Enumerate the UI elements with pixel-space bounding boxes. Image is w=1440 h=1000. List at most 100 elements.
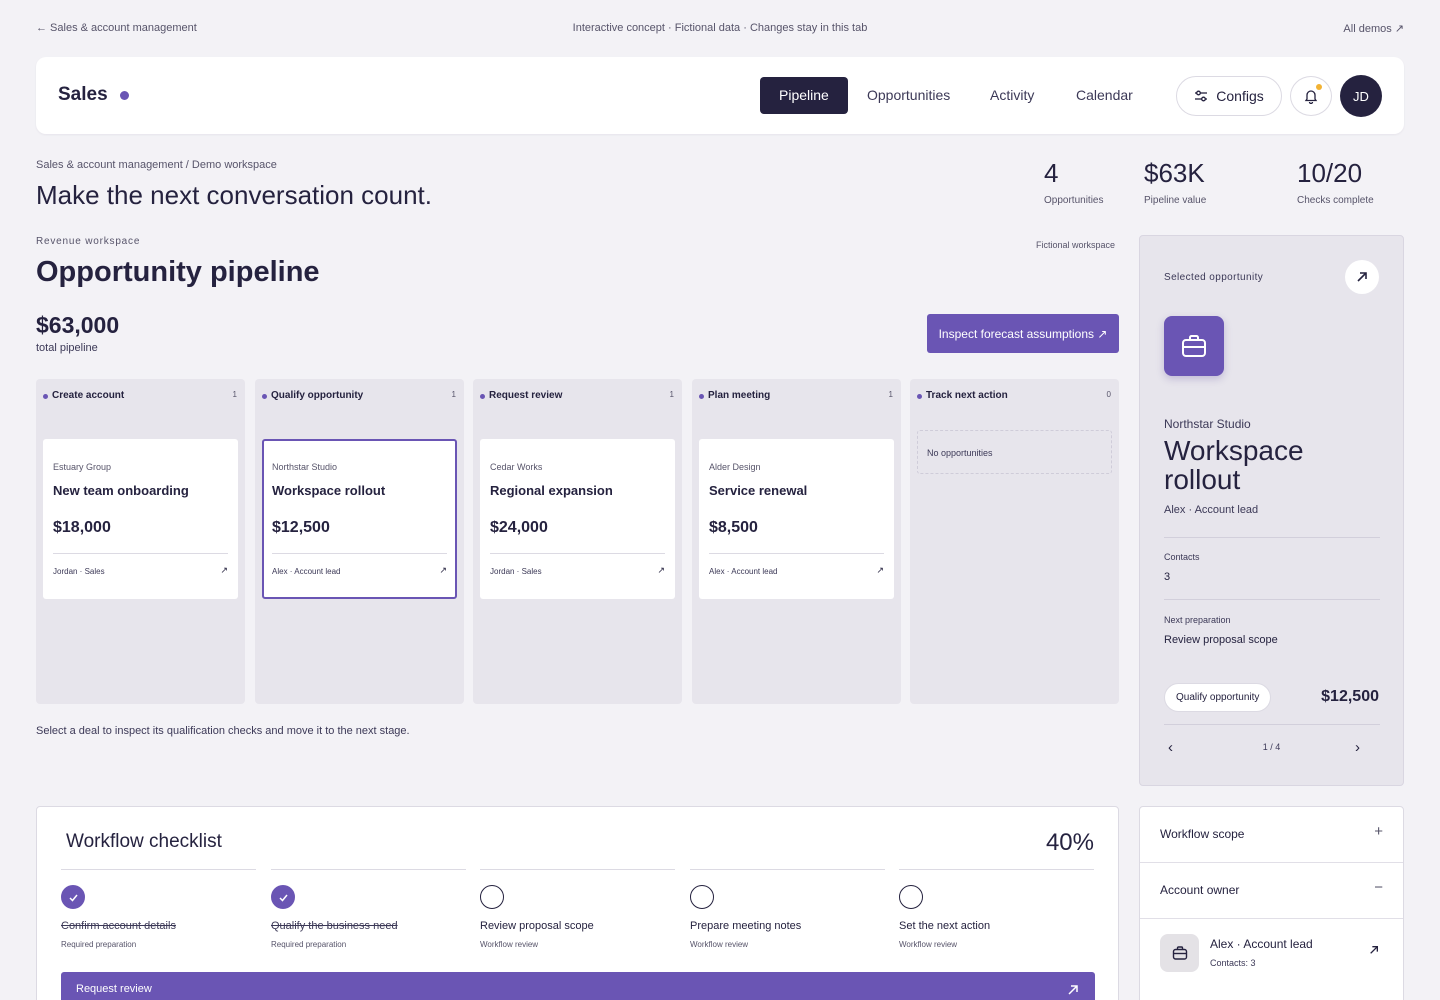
card-owner: Jordan · Sales	[53, 567, 105, 576]
configs-button[interactable]: Configs	[1176, 76, 1282, 116]
plus-icon: +	[1374, 823, 1383, 840]
all-demos-link[interactable]: All demos ↗	[1343, 22, 1404, 35]
stage-column-create-account: Create account 1 Estuary Group New team …	[36, 379, 245, 704]
owner-name: Alex · Account lead	[1210, 937, 1313, 951]
step-name: Review proposal scope	[480, 920, 594, 932]
stage-count: 1	[451, 390, 456, 399]
sliders-icon	[1195, 90, 1208, 102]
stage-count: 1	[232, 390, 237, 399]
step-name: Prepare meeting notes	[690, 920, 802, 932]
step-name: Set the next action	[899, 920, 991, 932]
check-complete-icon[interactable]	[271, 885, 295, 909]
step-meta: Required preparation	[61, 940, 137, 949]
step-name: Confirm account details	[61, 920, 176, 932]
previous-opportunity-button[interactable]: ‹	[1168, 739, 1173, 756]
app-header: Sales Pipeline Opportunities Activity Ca…	[36, 57, 1404, 134]
opportunity-card[interactable]: Cedar Works Regional expansion $24,000 J…	[480, 439, 675, 599]
open-arrow-icon[interactable]: ↗	[876, 565, 884, 576]
open-arrow-icon[interactable]: ↗	[220, 565, 228, 576]
card-divider	[53, 553, 228, 554]
opportunity-card[interactable]: Estuary Group New team onboarding $18,00…	[43, 439, 238, 599]
card-value: $24,000	[490, 519, 548, 536]
step-name: Qualify the business need	[271, 920, 398, 932]
tab-opportunities[interactable]: Opportunities	[848, 77, 969, 114]
selected-company: Northstar Studio	[1164, 417, 1251, 431]
step-meta: Workflow review	[899, 940, 958, 949]
stage-dot	[699, 394, 704, 399]
tab-pipeline[interactable]: Pipeline	[760, 77, 848, 114]
request-review-label: Request review	[76, 983, 152, 995]
open-arrow-icon[interactable]: ↗	[439, 565, 447, 576]
card-title: Service renewal	[709, 483, 808, 498]
stage-name: Plan meeting	[708, 390, 771, 401]
stage-count: 0	[1106, 390, 1111, 399]
step-divider	[61, 869, 256, 870]
check-empty-icon[interactable]	[480, 885, 504, 909]
stage-name: Create account	[52, 390, 125, 401]
selected-title: Workspace rollout	[1164, 435, 1304, 495]
total-pipeline-label: total pipeline	[36, 342, 98, 354]
stage-count: 1	[669, 390, 674, 399]
accordion-account-owner[interactable]: Account owner −	[1140, 863, 1403, 919]
card-company: Estuary Group	[53, 462, 112, 472]
step-divider	[271, 869, 466, 870]
card-divider	[490, 553, 665, 554]
details-accordion: Workflow scope + Account owner − Alex · …	[1139, 806, 1404, 1000]
card-title: New team onboarding	[53, 483, 189, 498]
next-opportunity-button[interactable]: ›	[1355, 739, 1360, 756]
step-meta: Required preparation	[271, 940, 347, 949]
card-company: Northstar Studio	[272, 462, 338, 472]
card-owner: Alex · Account lead	[709, 567, 778, 576]
briefcase-icon	[1160, 934, 1199, 972]
stat-pipeline-value: $63K	[1144, 158, 1205, 188]
stage-name: Qualify opportunity	[271, 390, 364, 401]
check-empty-icon[interactable]	[899, 885, 923, 909]
section-eyebrow: Revenue workspace	[36, 236, 141, 247]
request-review-button[interactable]: Request review	[61, 972, 1095, 1000]
inspect-forecast-button[interactable]: Inspect forecast assumptions ↗	[927, 314, 1119, 353]
card-title: Regional expansion	[490, 483, 613, 498]
stage-pill[interactable]: Qualify opportunity	[1164, 683, 1272, 712]
stage-name: Request review	[489, 390, 563, 401]
check-complete-icon[interactable]	[61, 885, 85, 909]
page-title: Make the next conversation count.	[36, 180, 433, 210]
bell-icon	[1304, 90, 1318, 104]
card-owner: Jordan · Sales	[490, 567, 542, 576]
panel-divider	[1164, 599, 1380, 600]
open-opportunity-button[interactable]	[1345, 260, 1379, 294]
selected-amount: $12,500	[1321, 688, 1379, 705]
pager-indicator: 1 / 4	[1262, 742, 1281, 752]
card-owner: Alex · Account lead	[272, 567, 341, 576]
accordion-label: Workflow scope	[1160, 827, 1245, 841]
brand-title: Sales	[58, 84, 108, 105]
next-preparation-value: Review proposal scope	[1164, 634, 1278, 646]
briefcase-icon	[1164, 316, 1224, 376]
card-company: Cedar Works	[490, 462, 543, 472]
open-arrow-icon[interactable]: ↗	[657, 565, 665, 576]
opportunity-card[interactable]: Alder Design Service renewal $8,500 Alex…	[699, 439, 894, 599]
accordion-workflow-scope[interactable]: Workflow scope +	[1140, 807, 1403, 863]
notifications-button[interactable]	[1290, 76, 1332, 116]
checklist-title: Workflow checklist	[66, 831, 222, 852]
user-avatar[interactable]: JD	[1340, 75, 1382, 117]
opportunity-card-selected[interactable]: Northstar Studio Workspace rollout $12,5…	[262, 439, 457, 599]
stage-count: 1	[888, 390, 893, 399]
arrow-up-right-icon	[1357, 272, 1367, 282]
stage-name: Track next action	[926, 390, 1008, 401]
empty-stage-placeholder: No opportunities	[917, 430, 1112, 474]
check-empty-icon[interactable]	[690, 885, 714, 909]
panel-divider	[1164, 724, 1380, 725]
back-link[interactable]: ← Sales & account management	[36, 22, 197, 34]
stage-column-qualify-opportunity: Qualify opportunity 1 Northstar Studio W…	[255, 379, 464, 704]
pipeline-hint: Select a deal to inspect its qualificati…	[36, 725, 410, 737]
tab-calendar[interactable]: Calendar	[1057, 77, 1152, 114]
configs-label: Configs	[1216, 88, 1264, 104]
owner-contacts: Contacts: 3	[1210, 958, 1256, 968]
arrow-up-right-icon[interactable]	[1369, 945, 1379, 955]
step-meta: Workflow review	[480, 940, 539, 949]
card-value: $8,500	[709, 519, 758, 536]
contacts-label: Contacts	[1164, 552, 1200, 562]
stat-opportunities-value: 4	[1044, 158, 1059, 188]
tab-activity[interactable]: Activity	[971, 77, 1053, 114]
workflow-checklist-panel: Workflow checklist 40% Confirm account d…	[36, 806, 1119, 1000]
